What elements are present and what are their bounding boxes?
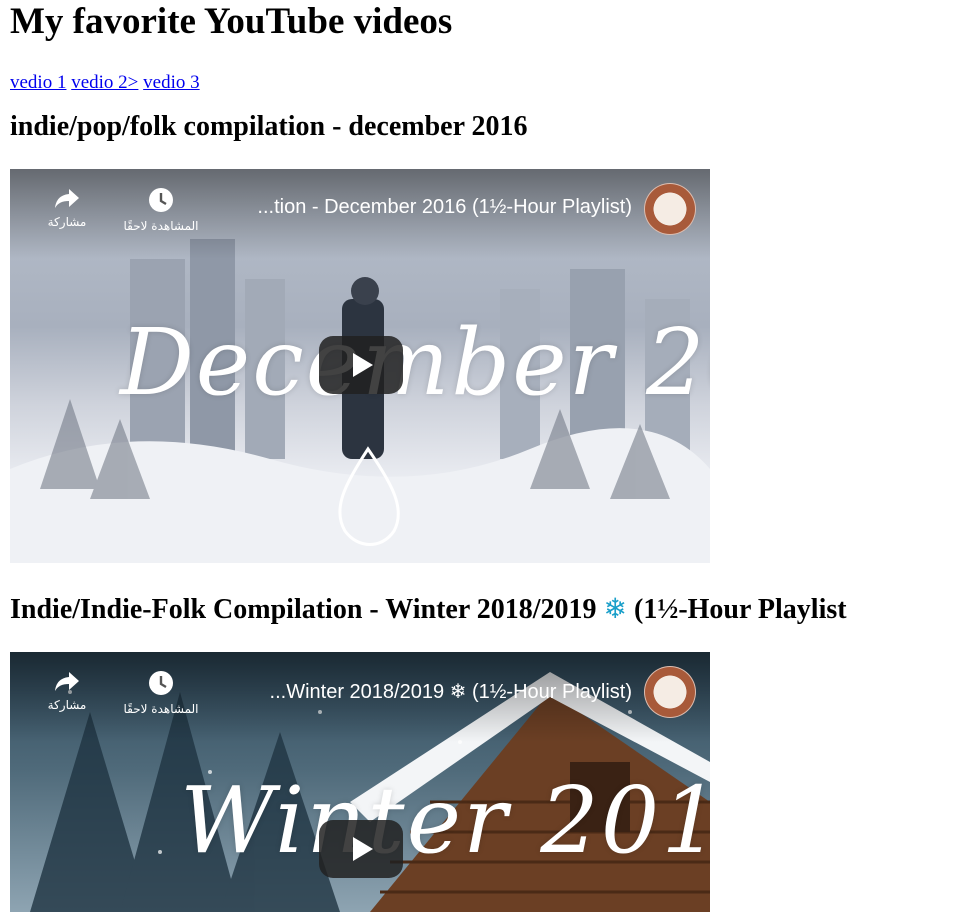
video-nav: vedio 1 vedio 2> vedio 3 <box>10 72 970 94</box>
snowflake-icon: ❄ <box>603 592 627 625</box>
video-1-overlay-text: December 2016 <box>120 309 710 416</box>
share-label: مشاركة <box>47 215 87 229</box>
watch-later-label: المشاهدة لاحقًا <box>123 219 199 233</box>
video-1-heading: indie/pop/folk compilation - december 20… <box>10 111 528 142</box>
play-button[interactable] <box>319 336 403 394</box>
video-2-heading: Indie/Indie-Folk Compilation - Winter 20… <box>10 593 970 626</box>
share-button[interactable]: مشاركة <box>22 670 112 712</box>
share-icon <box>55 189 79 208</box>
channel-avatar[interactable] <box>644 666 696 718</box>
video-2-player-title[interactable]: ...Winter 2018/2019 ❄ (1½-Hour Playlist) <box>270 679 632 704</box>
share-label: مشاركة <box>47 698 87 712</box>
page: My favorite YouTube videos vedio 1 vedio… <box>0 0 980 912</box>
channel-avatar[interactable] <box>644 183 696 235</box>
share-button[interactable]: مشاركة <box>22 187 112 229</box>
clock-icon <box>149 671 173 695</box>
watch-later-label: المشاهدة لاحقًا <box>123 702 199 716</box>
clock-icon <box>149 188 173 212</box>
video-1-player[interactable]: مشاركة المشاهدة لاحقًا ...tion - Decembe… <box>10 169 710 563</box>
share-icon <box>55 672 79 691</box>
page-title: My favorite YouTube videos <box>10 1 453 42</box>
nav-link-video-2[interactable]: vedio 2> <box>71 72 138 93</box>
video-1-player-title[interactable]: ...tion - December 2016 (1½-Hour Playlis… <box>257 196 632 219</box>
play-button[interactable] <box>319 820 403 878</box>
nav-link-video-3[interactable]: vedio 3 <box>143 72 199 93</box>
video-2-heading-text: Indie/Indie-Folk Compilation - Winter 20… <box>10 594 597 625</box>
video-2-overlay-text: Winter 2018 <box>180 767 710 874</box>
video-2-heading-suffix: (1½-Hour Playlist <box>634 594 847 625</box>
nav-link-video-1[interactable]: vedio 1 <box>10 72 66 93</box>
video-2-player[interactable]: مشاركة المشاهدة لاحقًا ...Winter 2018/20… <box>10 652 710 912</box>
watch-later-button[interactable]: المشاهدة لاحقًا <box>116 670 206 716</box>
watch-later-button[interactable]: المشاهدة لاحقًا <box>116 187 206 233</box>
